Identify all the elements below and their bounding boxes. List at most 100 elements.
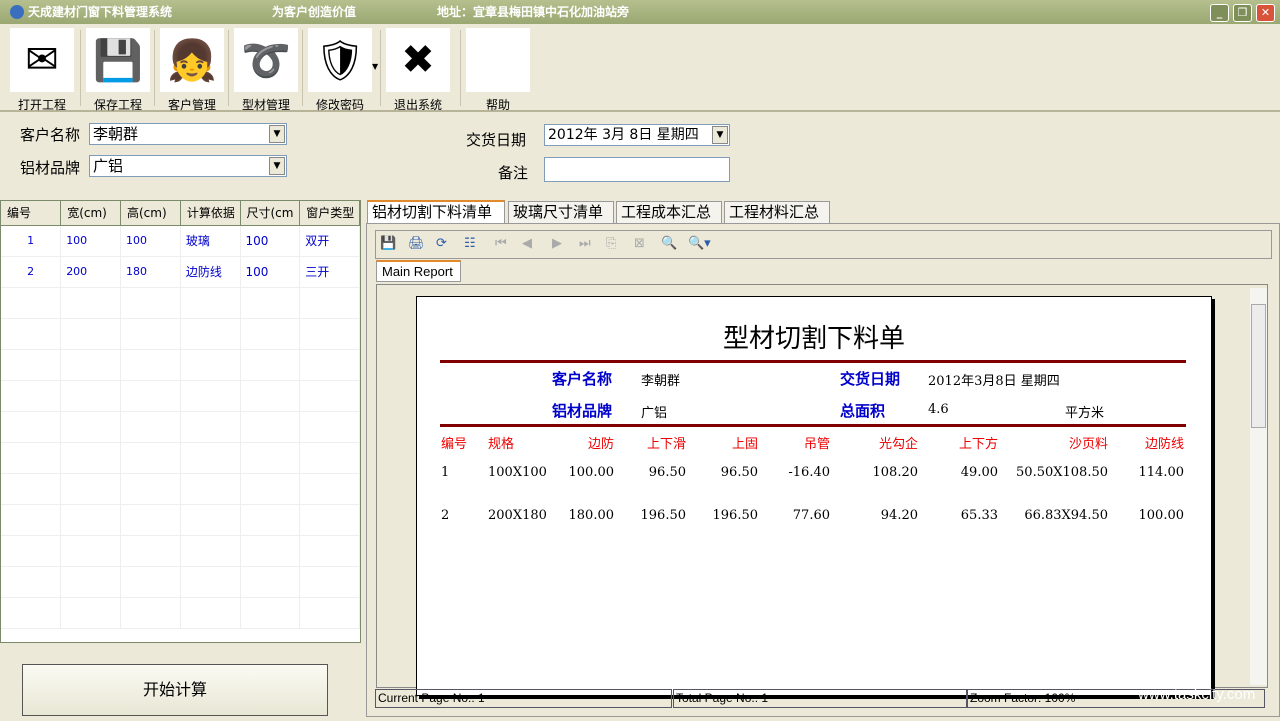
grid-cell[interactable]: 三开 [299, 256, 360, 288]
table-row[interactable] [1, 318, 360, 350]
grid-cell[interactable]: 玻璃 [180, 225, 241, 257]
grid-cell[interactable] [120, 504, 181, 536]
table-row[interactable] [1, 473, 360, 505]
grid-column-header[interactable]: 窗户类型 [299, 201, 360, 226]
table-row[interactable] [1, 566, 360, 598]
table-row[interactable]: 1 100 100 玻璃 100 双开 [1, 225, 360, 257]
grid-cell[interactable] [60, 287, 121, 319]
table-row[interactable] [1, 287, 360, 319]
grid-cell[interactable]: 1 [1, 225, 62, 257]
window-grid[interactable]: 编号 宽(cm) 高(cm) 计算依据 尺寸(cm 窗户类型 1 100 100 玻璃 100 双开 2… [0, 200, 361, 643]
stop-icon[interactable]: ⊠ [634, 236, 645, 251]
chevron-down-icon[interactable]: ▼ [269, 125, 285, 143]
grid-cell[interactable] [299, 349, 360, 381]
toolbar-button-customer-avatar[interactable]: 👧 客户管理 [158, 28, 226, 112]
grid-column-header[interactable]: 编号 [1, 201, 62, 226]
tab-2[interactable]: 玻璃尺寸清单 [508, 201, 614, 223]
grid-cell[interactable] [299, 287, 360, 319]
grid-cell[interactable]: 100 [240, 225, 301, 257]
grid-cell[interactable] [299, 318, 360, 350]
grid-cell[interactable] [180, 380, 241, 412]
grid-column-header[interactable]: 宽(cm) [60, 201, 121, 226]
table-row[interactable] [1, 597, 360, 629]
grid-cell[interactable] [1, 287, 62, 319]
chevron-down-icon[interactable]: ▼ [712, 126, 728, 144]
zoom-icon[interactable]: 🔍▾ [688, 236, 711, 251]
grid-cell[interactable]: 180 [120, 256, 181, 288]
grid-cell[interactable] [60, 442, 121, 474]
grid-cell[interactable] [240, 411, 301, 443]
grid-cell[interactable] [1, 566, 62, 598]
grid-cell[interactable] [240, 380, 301, 412]
grid-cell[interactable] [299, 504, 360, 536]
grid-cell[interactable] [240, 535, 301, 567]
table-row[interactable] [1, 535, 360, 567]
grid-cell[interactable] [120, 411, 181, 443]
grid-cell[interactable] [60, 597, 121, 629]
grid-cell[interactable] [60, 535, 121, 567]
table-row[interactable] [1, 380, 360, 412]
grid-cell[interactable] [1, 380, 62, 412]
grid-cell[interactable] [240, 318, 301, 350]
grid-cell[interactable] [120, 380, 181, 412]
grid-cell[interactable] [60, 318, 121, 350]
grid-cell[interactable] [180, 597, 241, 629]
grid-cell[interactable] [299, 411, 360, 443]
grid-cell[interactable] [120, 535, 181, 567]
chevron-down-icon[interactable]: ▼ [269, 157, 285, 175]
grid-cell[interactable] [1, 473, 62, 505]
grid-cell[interactable] [299, 380, 360, 412]
grid-cell[interactable] [180, 566, 241, 598]
grid-column-header[interactable]: 尺寸(cm [240, 201, 301, 226]
toolbar-button-shield[interactable]: 🛡 修改密码 [306, 28, 374, 112]
grid-cell[interactable]: 2 [1, 256, 62, 288]
grid-cell[interactable] [240, 349, 301, 381]
grid-cell[interactable] [120, 287, 181, 319]
grid-cell[interactable] [299, 597, 360, 629]
grid-cell[interactable] [120, 349, 181, 381]
note-input[interactable] [544, 157, 730, 182]
tab-3[interactable]: 工程成本汇总 [616, 201, 722, 223]
vertical-scrollbar[interactable] [1250, 288, 1267, 685]
grid-cell[interactable] [120, 597, 181, 629]
grid-cell[interactable]: 100 [240, 256, 301, 288]
date-picker[interactable]: 2012年 3月 8日 星期四 ▼ [544, 124, 730, 146]
customer-combo[interactable]: 李朝群 ▼ [89, 123, 287, 145]
grid-column-header[interactable]: 计算依据 [180, 201, 241, 226]
grid-cell[interactable] [180, 442, 241, 474]
goto-page-icon[interactable]: ⎘ [606, 236, 616, 251]
grid-cell[interactable] [60, 473, 121, 505]
grid-cell[interactable] [180, 473, 241, 505]
grid-cell[interactable] [1, 442, 62, 474]
grid-cell[interactable] [240, 566, 301, 598]
toolbar-button-exit-x[interactable]: ✖ 退出系统 [384, 28, 452, 112]
minimize-button[interactable]: _ [1210, 4, 1229, 22]
grid-cell[interactable] [120, 473, 181, 505]
prev-page-icon[interactable]: ◀ [522, 236, 532, 251]
grid-cell[interactable] [299, 535, 360, 567]
grid-cell[interactable] [240, 473, 301, 505]
grid-cell[interactable] [1, 535, 62, 567]
grid-cell[interactable]: 100 [120, 225, 181, 257]
grid-cell[interactable] [240, 504, 301, 536]
grid-cell[interactable] [180, 411, 241, 443]
grid-cell[interactable] [60, 380, 121, 412]
toolbar-button-profile-knot[interactable]: ➰ 型材管理 [232, 28, 300, 112]
grid-cell[interactable] [60, 504, 121, 536]
toolbar-button-open-project[interactable]: ✉ 打开工程 [8, 28, 76, 112]
grid-cell[interactable] [180, 287, 241, 319]
grid-cell[interactable] [120, 566, 181, 598]
grid-cell[interactable] [1, 411, 62, 443]
close-button[interactable]: ✕ [1256, 4, 1275, 22]
first-page-icon[interactable]: ⏮ [495, 236, 507, 251]
grid-cell[interactable] [120, 318, 181, 350]
last-page-icon[interactable]: ⏭ [579, 236, 591, 251]
grid-column-header[interactable]: 高(cm) [120, 201, 181, 226]
grid-cell[interactable] [1, 597, 62, 629]
next-page-icon[interactable]: ▶ [552, 236, 562, 251]
start-calculate-button[interactable]: 开始计算 [22, 664, 328, 716]
table-row[interactable] [1, 411, 360, 443]
grid-cell[interactable] [299, 473, 360, 505]
restore-button[interactable]: ❐ [1233, 4, 1252, 22]
grid-cell[interactable] [299, 566, 360, 598]
